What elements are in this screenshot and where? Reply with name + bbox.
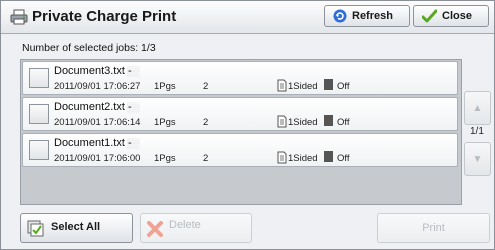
job-copies: 2 <box>203 81 209 92</box>
job-name: Document2.txt - <box>54 101 132 113</box>
job-name: Document1.txt - <box>54 137 132 149</box>
refresh-label: Refresh <box>352 10 393 22</box>
printer-icon <box>10 9 28 25</box>
job-staple: Off <box>337 117 350 128</box>
print-button[interactable]: Print <box>377 213 490 243</box>
job-checkbox[interactable] <box>29 68 49 88</box>
delete-button[interactable]: Delete <box>140 213 252 243</box>
refresh-button[interactable]: Refresh <box>324 5 410 27</box>
selected-jobs-count: Number of selected jobs: 1/3 <box>22 42 156 54</box>
document-icon <box>277 79 287 92</box>
job-pages: 1Pgs <box>154 153 176 164</box>
triangle-down-icon: ▼ <box>472 153 483 165</box>
select-all-icon <box>27 220 44 237</box>
job-sided: 1Sided <box>288 81 318 92</box>
select-all-button[interactable]: Select All <box>20 213 133 243</box>
job-row[interactable]: Document1.txt - - ░░ 2011/09/01 17:06:00… <box>22 133 458 167</box>
job-checkbox[interactable] <box>29 104 49 124</box>
job-row[interactable]: Document3.txt - - ░░ 2011/09/01 17:06:27… <box>22 61 458 95</box>
select-all-label: Select All <box>51 221 101 233</box>
document-icon <box>277 115 287 128</box>
job-copies: 2 <box>203 117 209 128</box>
delete-label: Delete <box>169 219 201 231</box>
page-title: Private Charge Print <box>32 8 177 25</box>
scroll-up-button[interactable]: ▲ <box>464 91 491 125</box>
job-sided: 1Sided <box>288 153 318 164</box>
staple-icon <box>324 115 333 126</box>
job-pages: 1Pgs <box>154 81 176 92</box>
page-indicator: 1/1 <box>470 126 484 137</box>
staple-icon <box>324 79 333 90</box>
job-owner: - ░░ <box>121 66 140 76</box>
document-icon <box>277 151 287 164</box>
refresh-icon <box>333 9 347 23</box>
job-owner: - ░░ <box>121 138 140 148</box>
job-copies: 2 <box>203 153 209 164</box>
job-list: Document3.txt - - ░░ 2011/09/01 17:06:27… <box>20 59 462 205</box>
staple-icon <box>324 151 333 162</box>
job-datetime: 2011/09/01 17:06:14 <box>54 117 141 128</box>
job-staple: Off <box>337 153 350 164</box>
job-pages: 1Pgs <box>154 117 176 128</box>
job-owner: - ░░ <box>121 102 140 112</box>
print-label: Print <box>422 222 445 234</box>
job-checkbox[interactable] <box>29 140 49 160</box>
scroll-down-button[interactable]: ▼ <box>464 142 491 176</box>
checkmark-icon <box>422 9 437 23</box>
job-name: Document3.txt - <box>54 65 132 77</box>
job-sided: 1Sided <box>288 117 318 128</box>
title-bar: Private Charge Print Refresh Close <box>1 1 494 34</box>
job-staple: Off <box>337 81 350 92</box>
x-icon <box>147 221 163 237</box>
close-label: Close <box>442 10 472 22</box>
private-charge-print-dialog: Private Charge Print Refresh Close Numbe… <box>0 0 495 250</box>
triangle-up-icon: ▲ <box>472 102 483 114</box>
close-button[interactable]: Close <box>413 5 489 27</box>
job-datetime: 2011/09/01 17:06:27 <box>54 81 141 92</box>
job-row[interactable]: Document2.txt - - ░░ 2011/09/01 17:06:14… <box>22 97 458 131</box>
job-datetime: 2011/09/01 17:06:00 <box>54 153 141 164</box>
